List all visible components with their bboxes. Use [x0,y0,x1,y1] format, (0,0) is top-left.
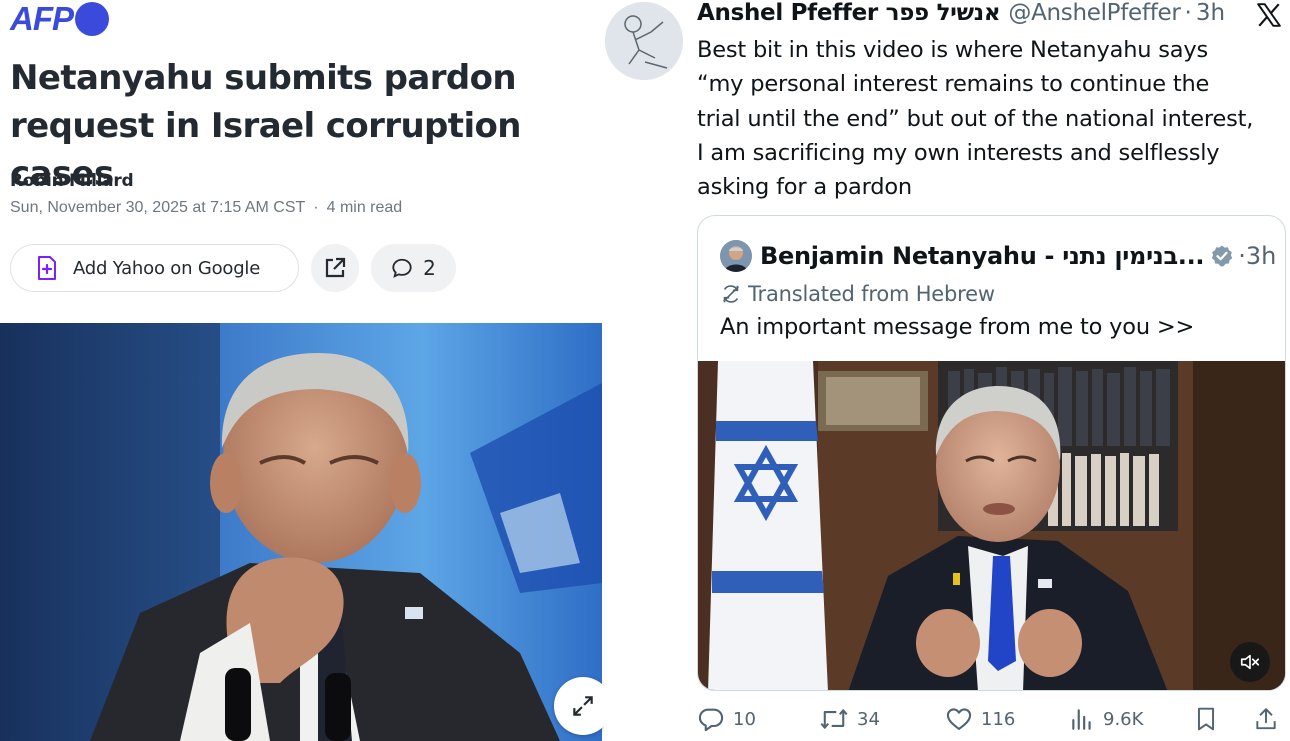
article-read-time: 4 min read [326,199,403,216]
quoted-time-value: 3h [1245,242,1277,270]
tweet-header-dot: · [1184,0,1192,26]
like-count: 116 [981,708,1016,730]
meta-separator: · [313,199,319,216]
repost-button[interactable]: 34 [819,700,880,738]
translated-from-label[interactable]: Translated from Hebrew [720,282,995,306]
quoted-timestamp[interactable]: ·3h [1238,242,1276,270]
repost-icon [820,709,848,729]
translated-text: Translated from Hebrew [748,282,995,306]
comment-icon [392,258,412,278]
tweet-author-name[interactable]: Anshel Pfeffer אנשיל פפר [697,0,1001,26]
tweet-author-handle[interactable]: @AnshelPfeffer [1008,0,1180,26]
quoted-author-avatar[interactable] [720,240,752,272]
bookmark-button[interactable] [1193,700,1219,738]
quoted-tweet-header: Benjamin Netanyahu - בנימין נתני... ·3h [720,238,1276,274]
tweet-action-bar: 10 34 116 9.6K [697,700,1287,738]
reply-button[interactable]: 10 [697,700,756,738]
afp-logo-dot [75,2,109,36]
verified-badge-icon [1212,245,1233,267]
quoted-author-name[interactable]: Benjamin Netanyahu - בנימין נתני... [760,242,1205,270]
add-yahoo-label: Add Yahoo on Google [73,257,261,279]
tweet-author-avatar[interactable] [605,2,683,80]
add-document-icon [38,256,56,280]
avatar-sketch-image [605,2,683,80]
tweet-text-line: Best bit in this video is where Netanyah… [697,37,1209,63]
unmute-video-button[interactable] [1230,642,1270,682]
tweet-text-line: asking for a pardon [697,174,912,201]
like-button[interactable]: 116 [945,700,1015,738]
quoted-tweet[interactable]: Benjamin Netanyahu - בנימין נתני... ·3h … [697,215,1286,691]
share-upload-icon [1256,708,1276,730]
quoted-tweet-text: An important message from me to you >> [720,314,1195,340]
expand-image-button[interactable] [554,677,604,735]
tweet-text-line: trial until the end” but out of the nati… [697,105,1254,132]
views-count: 9.6K [1103,708,1144,730]
tweet-text-line: I am sacrificing my own interests and se… [697,139,1220,166]
add-yahoo-on-google-button[interactable]: Add Yahoo on Google [10,244,299,292]
article-photo[interactable] [0,323,602,741]
tweet-text: Best bit in this video is where Netanyah… [697,33,1287,204]
netanyahu-video-frame [698,361,1285,690]
share-button[interactable] [311,244,359,292]
expand-icon [573,696,593,716]
tweet-text-line: “my personal interest remains to continu… [697,71,1210,98]
afp-logo-text: AFP [10,0,74,37]
muted-speaker-icon [1240,654,1260,670]
share-external-icon [325,257,346,278]
repost-count: 34 [857,708,880,730]
share-tweet-button[interactable] [1253,700,1279,738]
tweet-timestamp[interactable]: 3h [1196,0,1225,26]
views-button[interactable]: 9.6K [1069,700,1143,738]
x-logo-icon[interactable] [1256,2,1282,28]
article-meta: Sun, November 30, 2025 at 7:15 AM CST · … [10,199,402,217]
views-chart-icon [1072,709,1091,730]
netanyahu-photo-illustration [0,323,602,741]
article-author[interactable]: Robin Millard [10,171,134,191]
bookmark-icon [1197,707,1215,731]
reply-icon [698,708,724,732]
afp-logo[interactable]: AFP [10,0,109,38]
heart-icon [946,708,972,730]
article-date: Sun, November 30, 2025 at 7:15 AM CST [10,199,306,216]
quoted-header-dot: · [1238,242,1246,270]
comment-count: 2 [423,256,436,280]
headline-line-1: Netanyahu submits pardon [10,58,517,98]
reply-count: 10 [733,708,756,730]
quoted-avatar-image [720,240,752,272]
translate-icon [723,285,739,303]
quoted-video[interactable] [698,361,1285,690]
tweet-header: Anshel Pfeffer אנשיל פפר @AnshelPfeffer … [697,0,1225,30]
article-panel: AFP Netanyahu submits pardon request in … [0,0,604,741]
comments-button[interactable]: 2 [371,244,456,292]
